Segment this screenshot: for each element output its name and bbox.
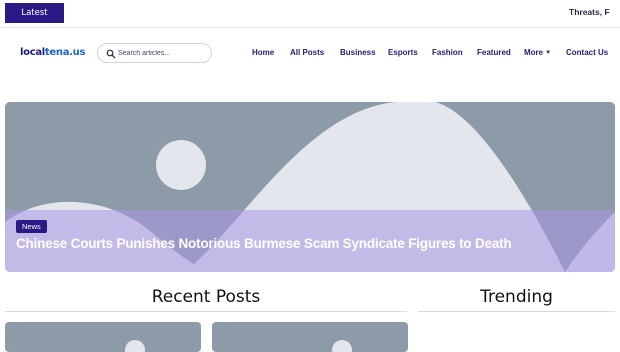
trending-divider <box>418 311 615 312</box>
nav-featured[interactable]: Featured <box>477 47 511 59</box>
main-nav: Home All Posts Business Esports Fashion … <box>0 47 620 61</box>
post-card[interactable] <box>212 322 408 352</box>
ticker-bar: Latest Update Threats, Fea <box>0 0 620 38</box>
nav-more-label: More <box>524 48 544 57</box>
nav-home[interactable]: Home <box>252 47 274 59</box>
category-badge[interactable]: News <box>16 220 47 233</box>
trending-heading: Trending <box>480 287 553 307</box>
nav-contact-us[interactable]: Contact Us <box>566 47 608 59</box>
nav-all-posts[interactable]: All Posts <box>290 47 324 59</box>
nav-fashion[interactable]: Fashion <box>432 47 463 59</box>
recent-posts-divider <box>5 311 407 312</box>
latest-update-badge: Latest Update <box>5 3 64 38</box>
hero-featured-post[interactable]: News Chinese Courts Punishes Notorious B… <box>5 102 615 272</box>
nav-business[interactable]: Business <box>340 47 376 59</box>
hero-title[interactable]: Chinese Courts Punishes Notorious Burmes… <box>16 236 606 251</box>
nav-esports[interactable]: Esports <box>388 47 418 59</box>
ticker-headline[interactable]: Threats, Fea <box>569 0 610 24</box>
recent-posts-heading: Recent Posts <box>151 287 261 307</box>
image-placeholder-icon <box>332 340 352 352</box>
post-card[interactable] <box>5 322 201 352</box>
nav-more[interactable]: More ▼ <box>524 47 551 59</box>
chevron-down-icon: ▼ <box>545 50 552 56</box>
image-placeholder-icon <box>125 340 145 352</box>
ticker-track: Threats, Fea <box>70 0 610 27</box>
